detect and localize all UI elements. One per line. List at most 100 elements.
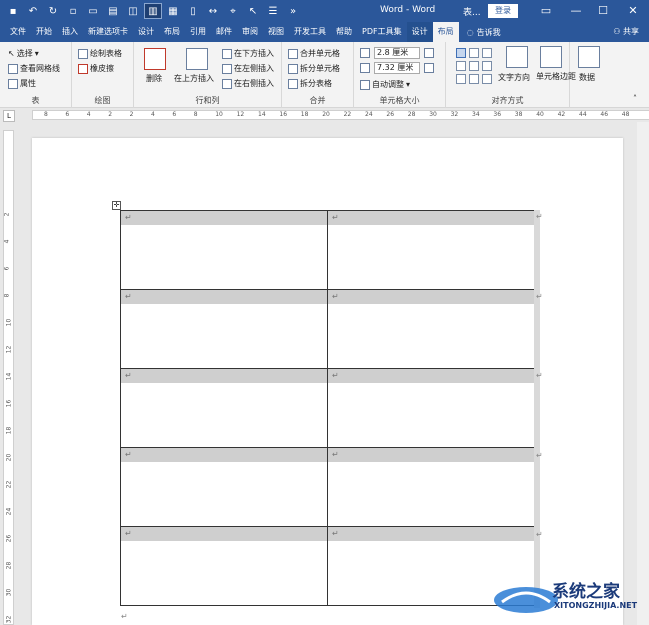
table-cell[interactable]: ↵ [120,368,328,448]
autofit-button[interactable]: 自动调整 ▾ [360,79,410,90]
print-icon[interactable]: ▤ [104,3,122,19]
column-width-input[interactable]: 7.32 厘米 [374,62,420,74]
autofit-icon [360,79,370,90]
share-button[interactable]: ⚇ 共享 [613,22,639,42]
undo-icon[interactable]: ↶ [24,3,42,19]
tab-home[interactable]: 开始 [31,22,57,42]
split-table-button[interactable]: 拆分表格 [288,78,332,89]
insert-below-button[interactable]: 在下方插入 [222,48,274,59]
spacing-icon[interactable]: ↔ [204,3,222,19]
tab-table-layout[interactable]: 布局 [432,22,459,42]
ribbon-display-icon[interactable]: ▭ [533,2,559,20]
cell-paragraph-mark: ↵ [328,290,534,304]
distribute-rows-icon[interactable] [424,48,434,58]
table-move-handle-icon[interactable]: ✛ [112,201,121,210]
data-button[interactable]: 数据 [579,72,595,83]
group-data: 数据 [570,42,610,108]
redo-icon[interactable]: ↻ [44,3,62,19]
table-row[interactable]: ↵ ↵ [120,526,535,606]
document-table[interactable]: ↵ ↵ ↵ ↵ ↵ ↵ ↵ ↵ ↵ ↵ [120,210,535,606]
tab-new[interactable]: 新建选项卡 [83,22,133,42]
select-icon[interactable]: ⌖ [224,3,242,19]
eraser-icon [78,63,88,74]
group-draw: 绘制表格 橡皮擦 绘图 [72,42,134,108]
text-direction-button[interactable]: 文字方向 [498,72,530,83]
table-row[interactable]: ↵ ↵ [120,368,535,448]
tab-file[interactable]: 文件 [5,22,31,42]
row-height-input[interactable]: 2.8 厘米 [374,47,420,59]
collapse-ribbon-icon[interactable]: ˄ [633,94,637,103]
table-cell[interactable]: ↵ [327,368,535,448]
align-top-right-icon[interactable] [482,48,492,58]
tab-references[interactable]: 引用 [185,22,211,42]
table-cell[interactable]: ↵ [120,289,328,369]
close-button[interactable]: ✕ [620,2,646,20]
vertical-ruler[interactable]: 246810121416182022242628303234 [3,130,14,625]
insert-above-button[interactable]: 在上方插入 [174,73,214,84]
more-icon[interactable]: » [284,3,302,19]
save-icon[interactable]: ▪ [4,3,22,19]
draw-table-button[interactable]: 绘制表格 [78,48,122,59]
preview-icon[interactable]: ◫ [124,3,142,19]
table-cell[interactable]: ↵ [327,289,535,369]
delete-button[interactable]: 删除 [146,73,162,84]
align-bottom-left-icon[interactable] [456,74,466,84]
tab-view[interactable]: 视图 [263,22,289,42]
table-cell[interactable]: ↵ [327,210,535,290]
view-gridlines-button[interactable]: 查看网格线 [8,63,60,74]
align-middle-left-icon[interactable] [456,61,466,71]
maximize-button[interactable]: ☐ [590,2,616,20]
group-table: ↖ 选择 ▾ 查看网格线 属性 表 [0,42,72,108]
ruler-number: 38 [514,111,523,118]
open-icon[interactable]: ▭ [84,3,102,19]
cursor-icon[interactable]: ↖ [244,3,262,19]
tab-review[interactable]: 审阅 [237,22,263,42]
table-cell[interactable]: ↵ [120,526,328,606]
merge-cells-button[interactable]: 合并单元格 [288,48,340,59]
vertical-scrollbar[interactable] [637,122,649,625]
horizontal-ruler[interactable]: 8 6 4 2 2 4 6 8 10 12 14 16 18 20 22 24 26 28 30 32 34 36 38 40… [22,108,649,122]
tab-layout[interactable]: 布局 [159,22,185,42]
group-label-rows-columns: 行和列 [195,96,220,105]
align-top-left-icon[interactable] [456,48,466,58]
table-row[interactable]: ↵ ↵ [120,289,535,369]
table-tools-label: 表... [463,8,481,18]
login-button[interactable]: 登录 [488,4,518,18]
insert-left-icon [222,63,232,74]
tab-insert[interactable]: 插入 [57,22,83,42]
bullets-icon[interactable]: ☰ [264,3,282,19]
ruler-number: 2 [3,212,11,217]
align-middle-center-icon[interactable] [469,61,479,71]
tab-selector[interactable]: L [3,110,15,122]
properties-button[interactable]: 属性 [8,78,36,89]
table-cell[interactable]: ↵ [120,447,328,527]
insert-right-button[interactable]: 在右侧插入 [222,78,274,89]
insert-right-icon [222,78,232,89]
tab-help[interactable]: 帮助 [331,22,357,42]
align-top-center-icon[interactable] [469,48,479,58]
insert-left-button[interactable]: 在左侧插入 [222,63,274,74]
select-button[interactable]: ↖ 选择 ▾ [8,48,39,59]
distribute-columns-icon[interactable] [424,63,434,73]
align-bottom-right-icon[interactable] [482,74,492,84]
tab-design[interactable]: 设计 [133,22,159,42]
table-cell[interactable]: ↵ [120,210,328,290]
tell-me-search[interactable]: ◌ 告诉我 [467,27,501,38]
tab-pdf-tools[interactable]: PDF工具集 [357,22,407,42]
minimize-button[interactable]: — [563,2,589,20]
table-row[interactable]: ↵ ↵ [120,210,535,290]
layout-icon[interactable]: ▦ [164,3,182,19]
tab-mailings[interactable]: 邮件 [211,22,237,42]
table-cell[interactable]: ↵ [327,447,535,527]
new-doc-icon[interactable]: ▫ [64,3,82,19]
page-icon[interactable]: ▥ [144,3,162,19]
tab-developer[interactable]: 开发工具 [289,22,331,42]
align-middle-right-icon[interactable] [482,61,492,71]
tab-table-design[interactable]: 设计 [406,22,433,42]
split-cells-button[interactable]: 拆分单元格 [288,63,340,74]
eraser-button[interactable]: 橡皮擦 [78,63,114,74]
align-bottom-center-icon[interactable] [469,74,479,84]
ruler-number: 8 [44,111,48,118]
columns-icon[interactable]: ▯ [184,3,202,19]
table-row[interactable]: ↵ ↵ [120,447,535,527]
